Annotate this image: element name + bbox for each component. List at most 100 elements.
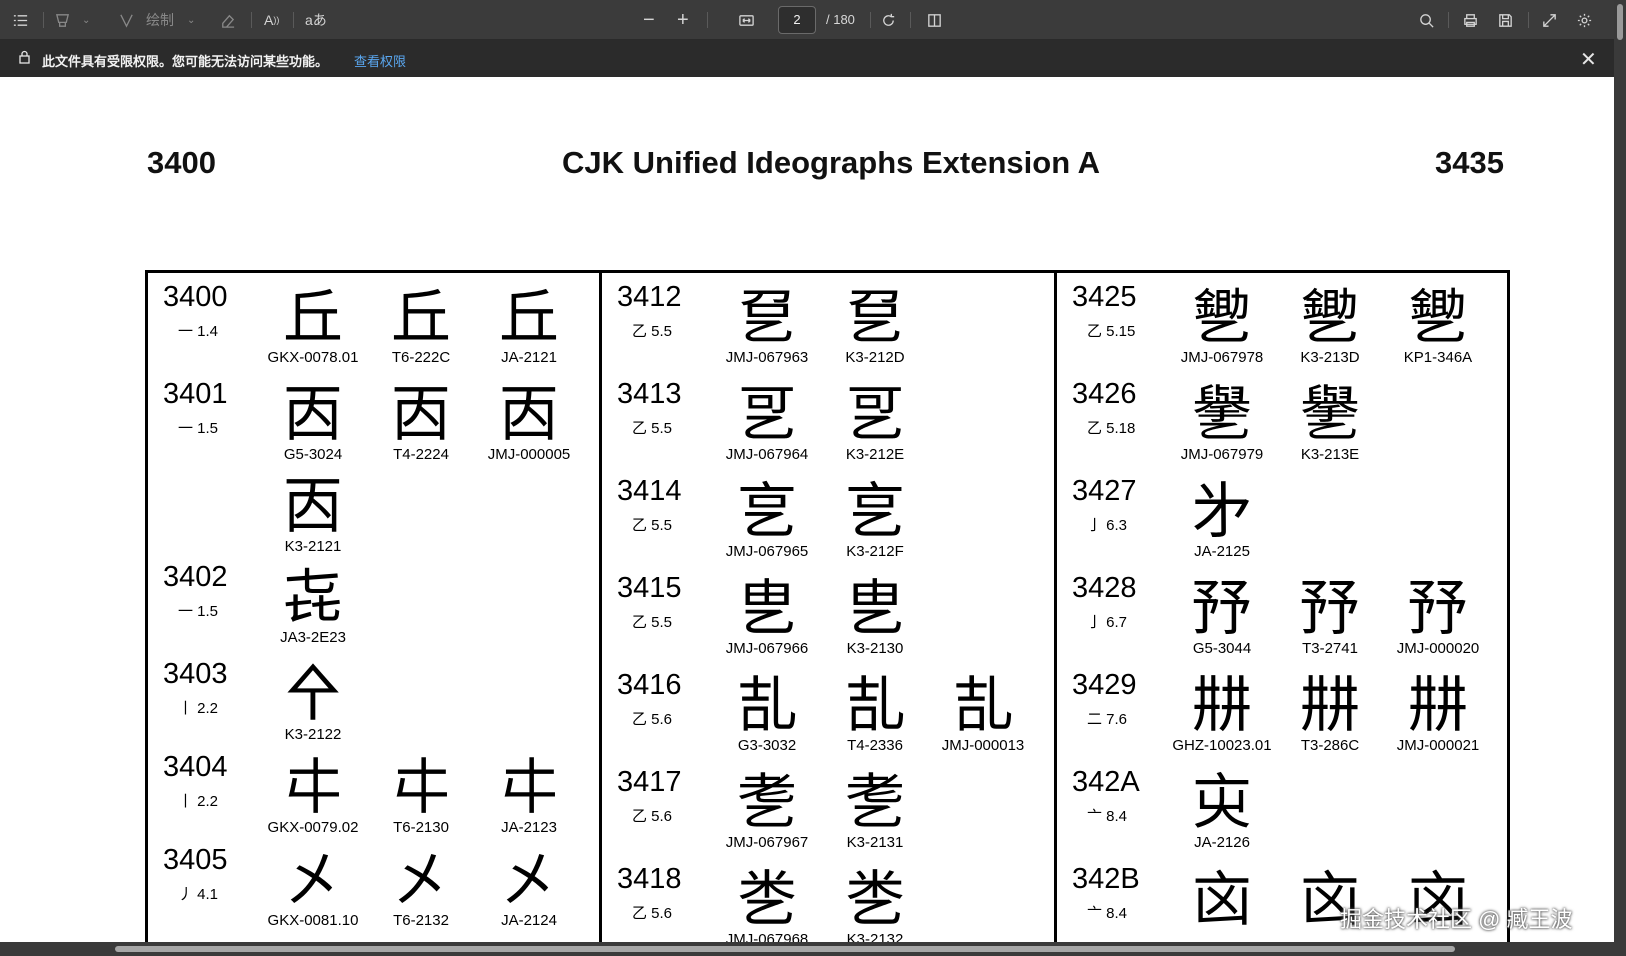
radical-stroke: 亠 8.4: [1087, 905, 1128, 922]
eraser-icon[interactable]: [219, 8, 236, 32]
page-view-icon[interactable]: [926, 8, 943, 32]
source-reference: K3-2131: [846, 834, 904, 851]
glyph-char: 㐩: [1300, 671, 1360, 741]
glyph-char: 㐖: [953, 671, 1013, 741]
glyph-char: 㐄: [283, 753, 343, 823]
glyph-sample: 㐥 JMJ-067978: [1167, 285, 1277, 366]
source-reference: K3-2122: [284, 726, 342, 743]
source-reference: K3-213E: [1300, 446, 1360, 463]
draw-icon[interactable]: [118, 8, 135, 32]
glyph-char: 丘: [391, 283, 451, 353]
glyph-sample: 㐦 K3-213E: [1275, 382, 1385, 463]
glyph-sample: 㐄 GKX-0079.02: [258, 755, 368, 836]
chevron-down-icon[interactable]: ⌄: [82, 8, 90, 32]
scrollbar-thumb[interactable]: [1617, 4, 1623, 40]
glyph-char: 㐖: [845, 671, 905, 741]
code-point: 3405: [163, 844, 228, 876]
fullscreen-icon[interactable]: [1541, 8, 1558, 32]
radical-stroke: 一 1.4: [178, 323, 219, 340]
settings-gear-icon[interactable]: [1576, 8, 1593, 32]
source-reference: JMJ-067968: [725, 931, 809, 942]
radical-stroke: 丿 4.1: [178, 886, 219, 903]
glyph-char: 㐁: [283, 472, 343, 542]
glyph-sample: 㐄 T6-2130: [366, 755, 476, 836]
source-reference: K3-213D: [1300, 349, 1360, 366]
page-header-title: CJK Unified Ideographs Extension A: [562, 145, 1100, 180]
glyph-sample: 㐅 JA-2124: [474, 848, 584, 929]
source-reference: T6-2130: [393, 819, 449, 836]
source-reference: JA-2124: [501, 912, 557, 929]
source-reference: T3-286C: [1300, 737, 1360, 754]
radical-stroke: 乙 5.5: [632, 323, 673, 340]
zoom-in-icon[interactable]: +: [677, 8, 689, 32]
glyph-sample: 㐖 G3-3032: [712, 673, 822, 754]
glyph-sample: 㐔 K3-212F: [820, 479, 930, 560]
vertical-scrollbar[interactable]: [1614, 0, 1626, 956]
fit-width-icon[interactable]: [738, 8, 755, 32]
glyph-sample: 㐧 JA-2125: [1167, 479, 1277, 560]
source-reference: GHZ-10023.01: [1172, 737, 1272, 754]
glyph-char: 㐥: [1300, 283, 1360, 353]
scrollbar-thumb[interactable]: [115, 946, 1455, 952]
source-reference: JMJ-067964: [725, 446, 809, 463]
glyph-sample: 㐩 GHZ-10023.01: [1167, 673, 1277, 754]
glyph-char: 㐕: [737, 574, 797, 644]
rotate-icon[interactable]: [880, 8, 897, 32]
view-permissions-link[interactable]: 查看权限: [354, 51, 406, 70]
source-reference: JA-2125: [1194, 543, 1250, 560]
radical-stroke: 丨 2.2: [178, 793, 219, 810]
radical-stroke: 亅 6.7: [1087, 614, 1128, 631]
source-reference: GKX-0078.01: [267, 349, 359, 366]
chart-column: 3400 一 1.4 丘 GKX-0078.01 丘 T6-222C 丘 JA-2121 340…: [148, 273, 599, 942]
draw-label[interactable]: 绘制: [146, 8, 174, 32]
horizontal-scrollbar[interactable]: [0, 942, 1614, 956]
glyph-char: 㐂: [283, 563, 343, 633]
glyph-sample: 㐗 K3-2131: [820, 770, 930, 851]
close-icon[interactable]: ✕: [1580, 47, 1597, 72]
page-number-input[interactable]: 2: [778, 6, 816, 34]
search-icon[interactable]: [1418, 8, 1435, 32]
glyph-char: 㐗: [845, 768, 905, 838]
text-options-button[interactable]: aあ: [305, 8, 327, 32]
contents-icon[interactable]: [12, 8, 29, 32]
highlight-icon[interactable]: [54, 8, 71, 32]
source-reference: JA-2126: [1194, 834, 1250, 851]
glyph-sample: 㐒 K3-212D: [820, 285, 930, 366]
glyph-sample: 㐒 JMJ-067963: [712, 285, 822, 366]
source-reference: JA-2121: [501, 349, 557, 366]
radical-stroke: 一 1.5: [178, 603, 219, 620]
glyph-sample: 㐕 JMJ-067966: [712, 576, 822, 657]
zoom-out-icon[interactable]: −: [643, 8, 655, 32]
glyph-sample: 㐘 K3-2132: [820, 867, 930, 942]
pdf-toolbar: ⌄ 绘制 ⌄ A)) aあ − + 2 / 180: [0, 0, 1626, 40]
chevron-down-icon[interactable]: ⌄: [187, 8, 195, 32]
code-point: 3417: [617, 766, 682, 798]
source-reference: T4-2336: [847, 737, 903, 754]
glyph-sample: 㐖 JMJ-000013: [928, 673, 1038, 754]
source-reference: JMJ-000005: [487, 446, 571, 463]
print-icon[interactable]: [1462, 8, 1479, 32]
glyph-sample: 㐔 JMJ-067965: [712, 479, 822, 560]
source-reference: T6-222C: [391, 349, 451, 366]
radical-stroke: 亅 6.3: [1087, 517, 1128, 534]
source-reference: GKX-0081.10: [267, 912, 359, 929]
glyph-char: 㐩: [1192, 671, 1252, 741]
glyph-sample: 㐁 K3-2121: [258, 474, 368, 555]
radical-stroke: 一 1.5: [178, 420, 219, 437]
source-reference: T3-2741: [1302, 640, 1358, 657]
source-reference: JMJ-067963: [725, 349, 809, 366]
lock-icon: [18, 50, 31, 68]
glyph-char: 㐅: [391, 846, 451, 916]
glyph-sample: 㐗 JMJ-067967: [712, 770, 822, 851]
glyph-sample: 丘 JA-2121: [474, 285, 584, 366]
save-icon[interactable]: [1497, 8, 1514, 32]
radical-stroke: 乙 5.6: [632, 905, 673, 922]
code-point: 342A: [1072, 766, 1140, 798]
radical-stroke: 乙 5.5: [632, 614, 673, 631]
glyph-sample: 㐁 JMJ-000005: [474, 382, 584, 463]
code-point: 3418: [617, 863, 682, 895]
glyph-char: 㐥: [1192, 283, 1252, 353]
glyph-char: 㐧: [1192, 477, 1252, 547]
source-reference: JMJ-067967: [725, 834, 809, 851]
read-aloud-icon[interactable]: A)): [264, 8, 279, 32]
